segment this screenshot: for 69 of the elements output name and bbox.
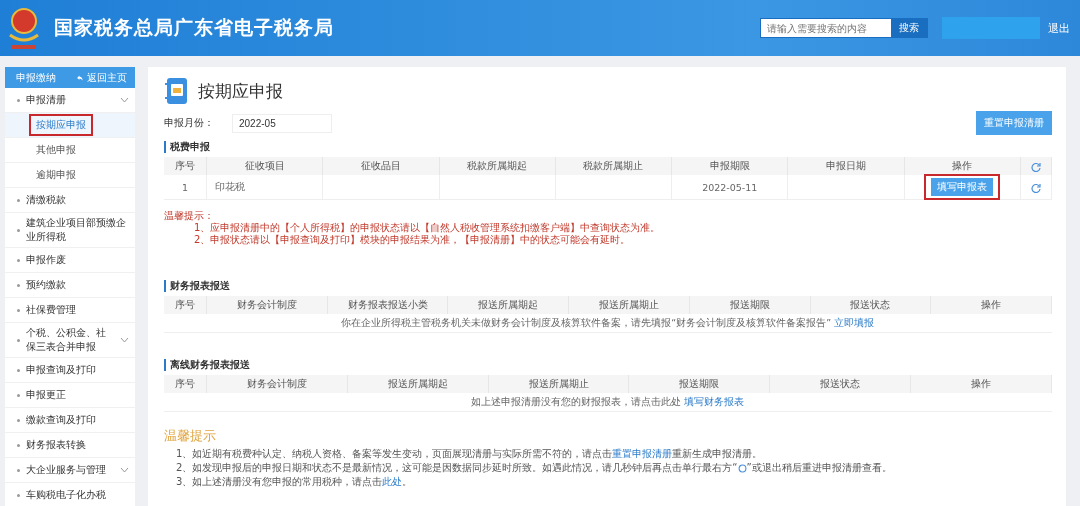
sidebar-item[interactable]: 申报更正: [5, 383, 135, 408]
column-header: 操作: [904, 157, 1021, 175]
tip-text: 重新生成申报清册。: [672, 448, 763, 459]
notice-line: 2、申报状态请以【申报查询及打印】模块的申报结果为准，【申报清册】中的状态可能会有延时。: [193, 234, 632, 246]
column-header: 序号: [164, 296, 207, 314]
sidebar-item[interactable]: 社保费管理: [5, 298, 135, 323]
table-cell: 印花税: [215, 180, 245, 192]
column-header: 征收品目: [322, 157, 440, 175]
sidebar-item[interactable]: 财务报表转换: [5, 433, 135, 458]
tips-title: 温馨提示: [164, 428, 217, 444]
column-header: 报送所属期起: [447, 296, 569, 314]
site-title: 国家税务总局广东省电子税务局: [54, 15, 334, 40]
notebook-icon: [164, 77, 188, 105]
tip-text: 。: [402, 476, 413, 487]
form-link[interactable]: 填写财务报表: [684, 395, 745, 407]
tip-link[interactable]: 重置申报清册: [612, 448, 673, 459]
back-arrow-icon: [75, 74, 84, 81]
sidebar-item[interactable]: 清缴税款: [5, 188, 135, 213]
sidebar-item[interactable]: 缴款查询及打印: [5, 408, 135, 433]
section-title: 财务报表报送: [164, 280, 1052, 292]
section-title: 离线财务报表报送: [164, 359, 1052, 371]
tip-link[interactable]: 此处: [382, 476, 403, 487]
column-header: 报送状态: [810, 296, 931, 314]
sidebar-subitem[interactable]: 逾期申报: [31, 166, 81, 184]
message-text: 你在企业所得税主管税务机关未做财务会计制度及核算软件备案，请先填报“财务会计制度及核算软件备案报告”: [341, 316, 832, 328]
sidebar-item[interactable]: 个税、公积金、社保三表合并申报: [5, 323, 135, 358]
tip-text: 2、如发现申报后的申报日期和状态不是最新情况，这可能是因数据同步延时所致。如遇此情况，请几秒钟后再点击单行最右方“: [176, 462, 738, 473]
sidebar-item[interactable]: 大企业服务与管理: [5, 458, 135, 483]
column-header: 征收项目: [206, 157, 323, 175]
sidebar-item[interactable]: 车购税电子化办税: [5, 483, 135, 506]
month-field[interactable]: 2022-05: [232, 113, 332, 133]
tip-text: 1、如近期有税费种认定、纳税人资格、备案等发生变动，页面展现清册与实际所需不符的，请点击: [176, 448, 613, 459]
tip-text: ”或退出稍后重进申报清册查看。: [746, 462, 892, 473]
tip-text: 3、如上述清册没有您申报的常用税种，请点击: [176, 476, 383, 487]
sidebar-subitem[interactable]: 其他申报: [31, 141, 81, 159]
refresh-icon: [1031, 182, 1041, 193]
column-header: 报送所属期止: [488, 375, 629, 393]
column-header: 报送状态: [769, 375, 911, 393]
table-cell: 2022-05-11: [702, 181, 758, 193]
column-header: 报送期限: [689, 296, 810, 314]
column-header: 报送所属期止: [568, 296, 690, 314]
notice-title: 温馨提示：: [164, 210, 215, 222]
sidebar-item[interactable]: 申报查询及打印: [5, 358, 135, 383]
column-header: 申报日期: [787, 157, 905, 175]
column-header: 税款所属期起: [439, 157, 556, 175]
message-text: 如上述申报清册没有您的财报报表，请点击此处: [471, 395, 682, 407]
column-header: 报送所属期起: [347, 375, 489, 393]
sidebar-item[interactable]: 建筑企业项目部预缴企业所得税: [5, 213, 135, 248]
table-cell: 1: [181, 181, 188, 193]
page-title: 按期应申报: [198, 79, 283, 103]
logout-link[interactable]: 退出: [1048, 20, 1070, 36]
column-header: 财务报表报送小类: [327, 296, 448, 314]
sidebar-item[interactable]: 预约缴款: [5, 273, 135, 298]
month-label: 申报月份：: [164, 116, 214, 130]
form-link[interactable]: 立即填报: [834, 316, 875, 328]
column-header: 操作: [910, 375, 1052, 393]
sidebar-title: 申报缴纳: [16, 70, 56, 85]
sidebar-item[interactable]: 申报作废: [5, 248, 135, 273]
notice-line: 1、应申报清册中的【个人所得税】的申报状态请以【自然人税收管理系统扣缴客户端】中查询状态为准。: [193, 222, 662, 234]
refresh-icon: [1031, 161, 1041, 172]
column-header: 序号: [164, 157, 207, 175]
column-header: 财务会计制度: [206, 375, 348, 393]
column-header: 序号: [164, 375, 207, 393]
column-header: 操作: [930, 296, 1052, 314]
column-header: 税款所属期止: [555, 157, 672, 175]
column-header: 财务会计制度: [206, 296, 328, 314]
section-title: 税费申报: [164, 141, 1052, 153]
column-header: 申报期限: [671, 157, 788, 175]
column-header: 报送期限: [629, 375, 770, 393]
